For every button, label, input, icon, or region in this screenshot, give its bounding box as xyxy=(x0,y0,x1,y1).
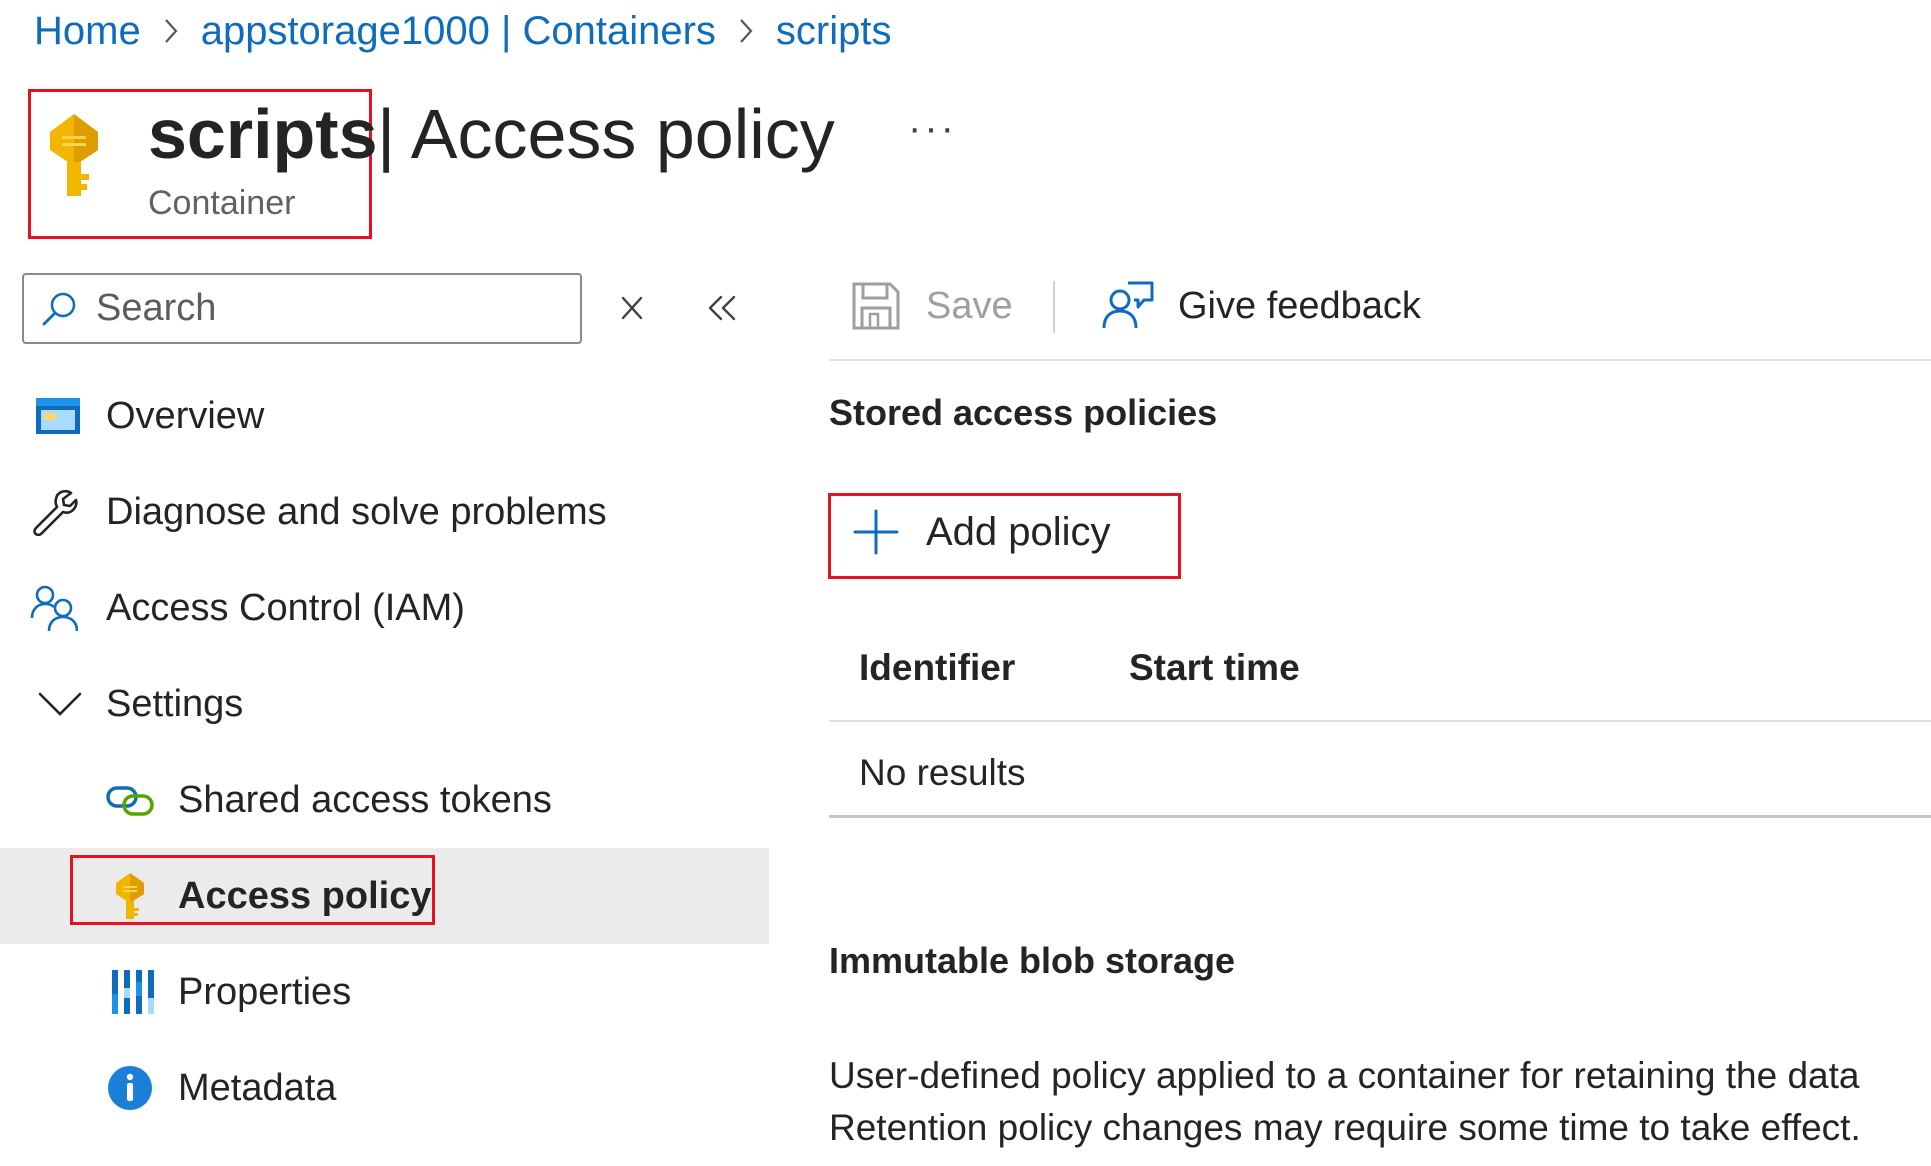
key-icon xyxy=(46,112,102,200)
sidebar-item-label: Access Control (IAM) xyxy=(106,586,465,629)
wrench-icon xyxy=(33,489,78,536)
immutable-description-line1: User-defined policy applied to a contain… xyxy=(829,1055,1860,1096)
sidebar-item-properties[interactable]: Properties xyxy=(0,944,769,1040)
empty-table-message: No results xyxy=(859,752,1026,793)
chevron-down-icon xyxy=(38,692,82,716)
table-bottom-divider xyxy=(829,815,1931,818)
immutable-description-line2: Retention policy changes may require som… xyxy=(829,1107,1861,1148)
resource-name: scripts xyxy=(148,95,378,173)
properties-icon xyxy=(112,970,154,1014)
close-icon xyxy=(621,296,643,320)
add-policy-label: Add policy xyxy=(926,509,1111,554)
feedback-label: Give feedback xyxy=(1178,284,1421,327)
give-feedback-button[interactable]: Give feedback xyxy=(1102,280,1421,332)
search-icon xyxy=(42,292,76,325)
breadcrumb-home[interactable]: Home xyxy=(34,9,141,54)
chevron-right-icon xyxy=(738,17,754,45)
save-icon xyxy=(852,282,900,330)
feedback-icon xyxy=(1102,281,1154,329)
column-header-start-time[interactable]: Start time xyxy=(1129,647,1300,689)
clear-search-button[interactable] xyxy=(614,288,650,328)
double-chevron-left-icon xyxy=(708,295,736,321)
sidebar-item-label: Metadata xyxy=(178,1066,337,1109)
add-policy-button[interactable]: Add policy xyxy=(852,508,1111,556)
chevron-right-icon xyxy=(163,17,179,45)
search-box xyxy=(22,273,582,344)
overview-icon xyxy=(36,398,80,434)
save-label: Save xyxy=(926,284,1013,327)
sidebar-item-label: Properties xyxy=(178,970,352,1013)
sidebar-item-label: Overview xyxy=(106,394,265,437)
page-title: | Access policy xyxy=(377,95,835,173)
sidebar-item-label: Diagnose and solve problems xyxy=(106,490,607,533)
breadcrumb-containers[interactable]: appstorage1000 | Containers xyxy=(201,9,716,54)
sidebar-item-overview[interactable]: Overview xyxy=(0,368,769,464)
link-icon xyxy=(106,786,154,816)
save-button[interactable]: Save xyxy=(850,280,1013,332)
collapse-sidebar-button[interactable] xyxy=(702,288,742,328)
sidebar-item-iam[interactable]: Access Control (IAM) xyxy=(0,560,769,656)
immutable-storage-heading: Immutable blob storage xyxy=(829,940,1236,981)
toolbar-divider xyxy=(1053,281,1055,333)
toolbar-divider-line xyxy=(829,359,1931,361)
search-input[interactable] xyxy=(94,286,558,331)
resource-type: Container xyxy=(148,184,296,222)
stored-policies-heading: Stored access policies xyxy=(829,392,1218,433)
breadcrumb-scripts[interactable]: scripts xyxy=(776,9,892,54)
sidebar-item-diagnose[interactable]: Diagnose and solve problems xyxy=(0,464,769,560)
people-icon xyxy=(30,585,78,632)
access-policy-highlight-box xyxy=(70,855,435,925)
plus-icon xyxy=(853,509,899,555)
sidebar-item-shared-access-tokens[interactable]: Shared access tokens xyxy=(0,752,769,848)
sidebar-item-label: Shared access tokens xyxy=(178,778,552,821)
breadcrumb: Home appstorage1000 | Containers scripts xyxy=(34,6,891,56)
more-options-button[interactable]: ··· xyxy=(908,106,957,151)
info-icon xyxy=(108,1066,152,1110)
sidebar-item-settings[interactable]: Settings xyxy=(0,656,769,752)
column-header-identifier[interactable]: Identifier xyxy=(859,647,1015,689)
sidebar-item-label: Settings xyxy=(106,682,244,725)
sidebar-item-metadata[interactable]: Metadata xyxy=(0,1040,769,1136)
table-header-divider xyxy=(829,720,1931,722)
